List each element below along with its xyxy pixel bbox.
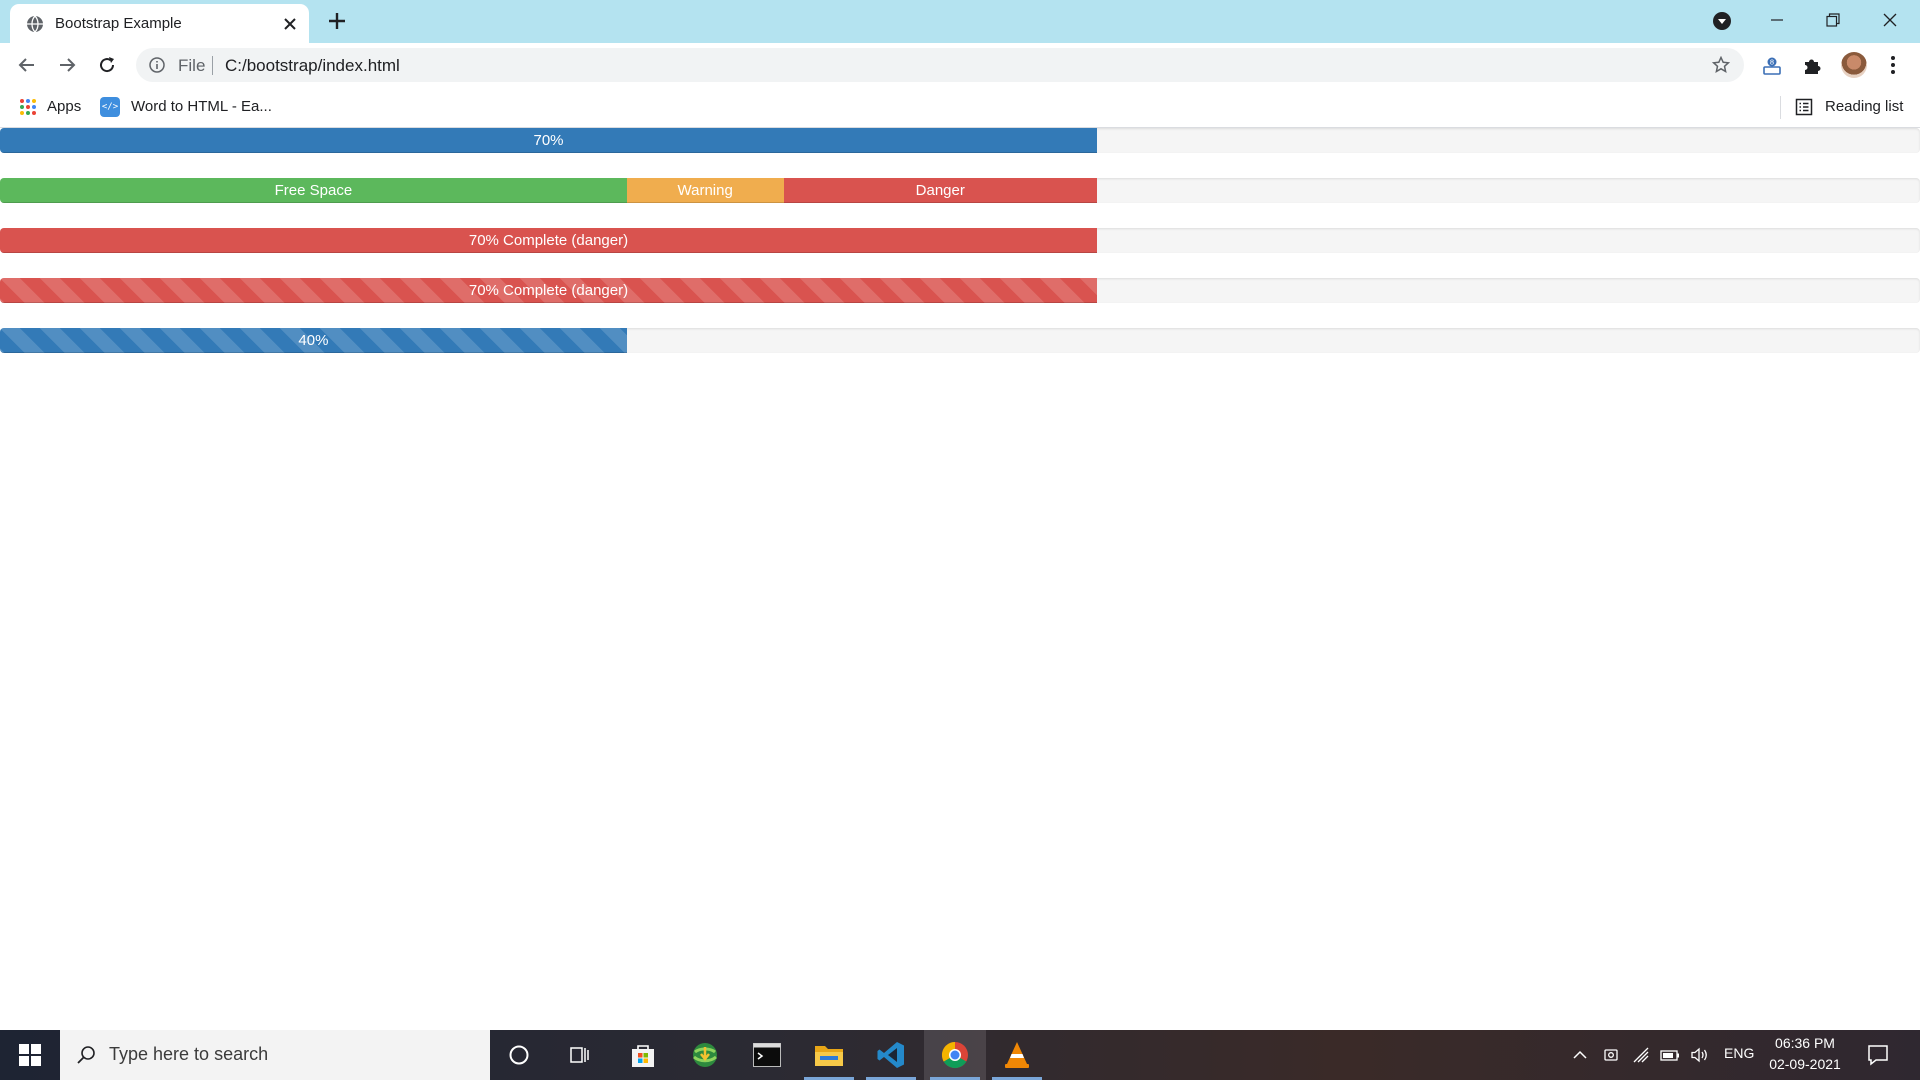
site-info-icon[interactable] [149, 57, 165, 73]
volume-button[interactable] [1690, 1045, 1710, 1065]
progress-bar-stacked: Free Space Warning Danger [0, 178, 1920, 203]
input-language[interactable]: ENG [1724, 1045, 1754, 1061]
minimize-button[interactable] [1749, 0, 1805, 40]
chrome-icon [941, 1041, 968, 1069]
camera-icon [1604, 1049, 1618, 1061]
chevron-up-icon [1573, 1050, 1587, 1059]
battery-icon [1660, 1050, 1679, 1061]
progress-segment-danger: 70% Complete (danger) [0, 278, 1097, 303]
reading-list-icon[interactable] [1795, 98, 1813, 116]
arrow-right-icon [60, 58, 76, 72]
meet-now-button[interactable] [1601, 1045, 1621, 1065]
close-window-button[interactable] [1862, 0, 1918, 40]
progress-bar-danger-striped: 70% Complete (danger) [0, 278, 1920, 303]
file-explorer-app[interactable] [798, 1030, 860, 1080]
terminal-app[interactable] [736, 1030, 798, 1080]
wifi-icon [1633, 1047, 1649, 1063]
windows-logo-icon [19, 1044, 41, 1066]
task-view-icon [570, 1047, 589, 1063]
new-tab-icon[interactable] [326, 10, 348, 32]
puzzle-icon[interactable] [1801, 55, 1823, 77]
search-icon [77, 1046, 95, 1064]
extension-icon[interactable]: 8 [1761, 55, 1783, 77]
url-text[interactable]: C:/bootstrap/index.html [225, 56, 400, 76]
task-view-button[interactable] [549, 1030, 611, 1080]
store-app[interactable] [612, 1030, 674, 1080]
tab-title: Bootstrap Example [55, 15, 182, 32]
progress-bar-striped: 40% [0, 328, 1920, 353]
start-button[interactable] [0, 1030, 60, 1080]
progress-segment-warning: Warning [626, 178, 784, 203]
browser-toolbar: File C:/bootstrap/index.html 8 [0, 43, 1920, 87]
vscode-app[interactable] [860, 1030, 922, 1080]
bookmarks-bar: Apps </> Word to HTML - Ea... Reading li… [0, 87, 1920, 128]
progress-segment-success: Free Space [0, 178, 627, 203]
show-hidden-icons-button[interactable] [1570, 1045, 1590, 1065]
clock-time[interactable]: 06:36 PM [1770, 1035, 1840, 1051]
bookmark-apps[interactable]: Apps [47, 98, 81, 115]
reload-button[interactable] [94, 52, 120, 78]
progress-segment-danger: Danger [783, 178, 1097, 203]
taskbar-search-box[interactable]: Type here to search [60, 1030, 490, 1080]
title-bar: Bootstrap Example [0, 0, 1920, 43]
url-separator [212, 56, 213, 75]
reading-list-button[interactable]: Reading list [1825, 98, 1903, 115]
file-explorer-icon [815, 1046, 843, 1066]
tab-search-icon[interactable] [1712, 11, 1732, 31]
url-scheme: File [178, 56, 206, 75]
avatar[interactable] [1841, 52, 1867, 78]
svg-text:8: 8 [1770, 59, 1774, 67]
bookmark-word-to-html[interactable]: Word to HTML - Ea... [131, 98, 272, 115]
clock-date[interactable]: 02-09-2021 [1766, 1056, 1844, 1072]
minimize-icon [1771, 19, 1783, 21]
chrome-app[interactable] [924, 1030, 986, 1080]
cortana-icon [509, 1045, 529, 1065]
close-icon [1883, 13, 1897, 27]
reload-icon [100, 57, 115, 73]
arrow-left-icon [18, 58, 34, 72]
bookmarks-divider [1780, 96, 1781, 119]
forward-button[interactable] [54, 52, 80, 78]
store-icon [632, 1045, 654, 1067]
vlc-icon [1005, 1042, 1029, 1068]
cortana-button[interactable] [488, 1030, 550, 1080]
browser-tab[interactable]: Bootstrap Example [10, 4, 309, 43]
network-button[interactable] [1631, 1045, 1651, 1065]
vscode-icon [877, 1042, 904, 1068]
notifications-icon[interactable] [1866, 1043, 1890, 1067]
progress-segment-primary: 70% [0, 128, 1097, 153]
internet-download-icon [693, 1043, 717, 1067]
more-menu-icon[interactable] [1883, 54, 1903, 76]
windows-taskbar: Type here to search ENG 06:36 PM 02-09-2… [0, 1030, 1920, 1080]
address-bar[interactable]: File C:/bootstrap/index.html [136, 48, 1744, 82]
bookmark-star-icon[interactable] [1712, 56, 1730, 74]
speaker-icon [1691, 1047, 1707, 1063]
internet-download-app[interactable] [674, 1030, 736, 1080]
back-button[interactable] [14, 52, 40, 78]
page-content: 70% Free Space Warning Danger 70% Complete… [0, 128, 1920, 1030]
progress-segment-danger: 70% Complete (danger) [0, 228, 1097, 253]
close-tab-icon[interactable] [281, 15, 299, 33]
battery-button[interactable] [1660, 1045, 1680, 1065]
globe-icon [27, 15, 43, 33]
progress-bar-danger: 70% Complete (danger) [0, 228, 1920, 253]
vlc-app[interactable] [986, 1030, 1048, 1080]
search-placeholder: Type here to search [109, 1044, 269, 1064]
restore-icon [1826, 13, 1840, 27]
progress-bar: 70% [0, 128, 1920, 153]
word-to-html-icon[interactable]: </> [100, 97, 120, 117]
apps-grid-icon[interactable] [19, 98, 37, 116]
terminal-icon [753, 1043, 781, 1067]
progress-segment-primary: 40% [0, 328, 627, 353]
restore-button[interactable] [1805, 0, 1861, 40]
